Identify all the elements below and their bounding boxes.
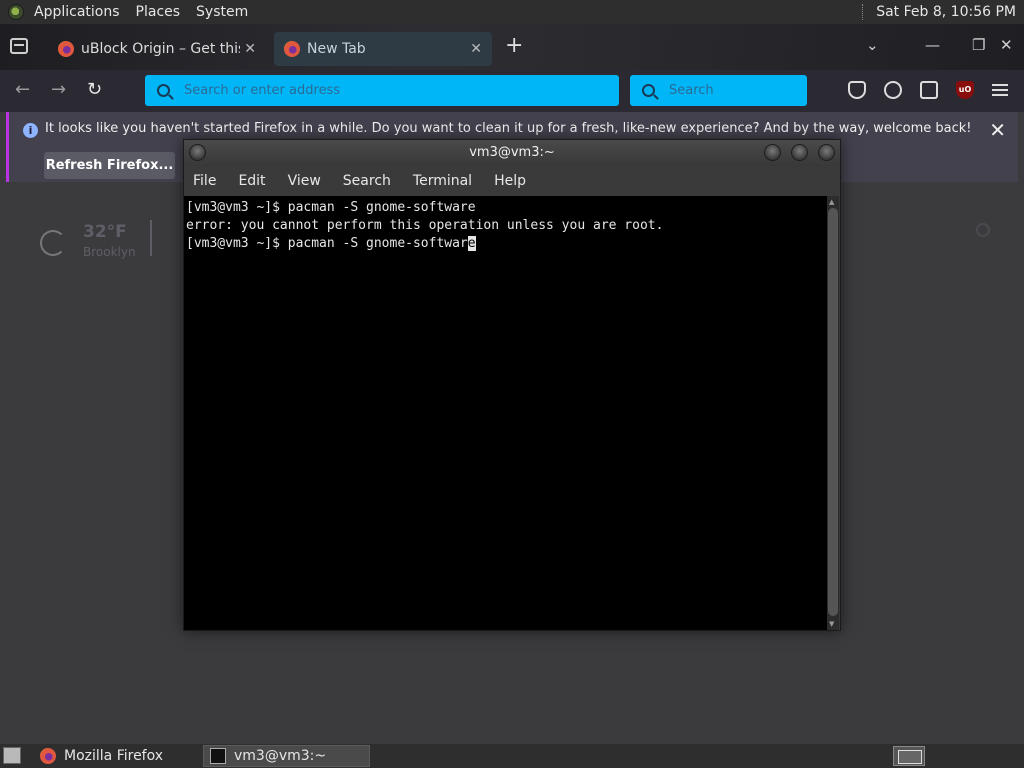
- terminal-line: error: you cannot perform this operation…: [186, 218, 664, 233]
- ublock-origin-icon[interactable]: uO: [956, 81, 974, 99]
- scrollbar-thumb[interactable]: [828, 208, 838, 616]
- search-icon: [642, 84, 655, 97]
- close-window-icon[interactable]: ✕: [1000, 36, 1013, 54]
- workspace-switcher[interactable]: [893, 746, 925, 766]
- bottom-panel: Mozilla Firefox vm3@vm3:~: [0, 744, 1024, 768]
- search-icon: [157, 84, 170, 97]
- minimize-button[interactable]: [764, 144, 781, 161]
- tab-title: New Tab: [307, 41, 366, 57]
- menu-search[interactable]: Search: [343, 173, 391, 189]
- terminal-window: vm3@vm3:~ File Edit View Search Terminal…: [183, 139, 841, 631]
- terminal-scrollbar[interactable]: ▲ ▼: [827, 196, 839, 630]
- firefox-icon: [40, 748, 56, 764]
- terminal-line: [vm3@vm3 ~]$ pacman -S gnome-software: [186, 200, 476, 215]
- navigation-toolbar: ← → ↻ uO: [0, 70, 1024, 112]
- pocket-icon[interactable]: [848, 81, 866, 99]
- terminal-line-text: [vm3@vm3 ~]$ pacman -S gnome-softwar: [186, 236, 468, 251]
- taskbar-item-firefox[interactable]: Mozilla Firefox: [34, 745, 200, 767]
- tab-new-tab[interactable]: New Tab ✕: [274, 32, 492, 66]
- distro-logo-icon[interactable]: [8, 4, 24, 20]
- close-tab-icon[interactable]: ✕: [244, 41, 256, 57]
- scroll-down-icon[interactable]: ▼: [829, 620, 834, 628]
- restore-icon[interactable]: ❐: [972, 36, 985, 54]
- extensions-puzzle-icon[interactable]: [920, 81, 938, 99]
- weather-temperature: 32°F: [83, 222, 127, 242]
- menu-file[interactable]: File: [193, 173, 216, 189]
- info-icon: i: [23, 123, 38, 138]
- menu-places[interactable]: Places: [128, 0, 189, 24]
- terminal-line-current: [vm3@vm3 ~]$ pacman -S gnome-software: [186, 235, 825, 253]
- close-button[interactable]: [818, 144, 835, 161]
- scroll-up-icon[interactable]: ▲: [829, 198, 834, 206]
- panel-clock[interactable]: Sat Feb 8, 10:56 PM: [876, 4, 1024, 20]
- terminal-titlebar[interactable]: vm3@vm3:~: [184, 140, 840, 166]
- firefox-favicon-icon: [58, 41, 74, 57]
- terminal-menubar: File Edit View Search Terminal Help: [184, 166, 840, 196]
- tab-bar: uBlock Origin – Get this Exte ✕ New Tab …: [0, 24, 1024, 70]
- hamburger-menu-icon[interactable]: [992, 84, 1008, 96]
- url-bar[interactable]: [145, 75, 619, 106]
- search-input[interactable]: [669, 83, 807, 98]
- menu-system[interactable]: System: [188, 0, 256, 24]
- chevron-down-icon[interactable]: ⌄: [866, 36, 879, 54]
- terminal-cursor: e: [467, 236, 476, 251]
- close-notification-icon[interactable]: ✕: [989, 118, 1006, 142]
- menu-applications[interactable]: Applications: [26, 0, 128, 24]
- tab-ublock[interactable]: uBlock Origin – Get this Exte ✕: [48, 32, 266, 66]
- account-icon[interactable]: [884, 81, 902, 99]
- maximize-button[interactable]: [791, 144, 808, 161]
- panel-separator: [862, 4, 868, 20]
- minimize-icon[interactable]: —: [925, 36, 940, 54]
- back-arrow-icon[interactable]: ←: [15, 79, 30, 100]
- list-all-tabs-icon[interactable]: [10, 38, 28, 54]
- weather-widget[interactable]: 32°F Brooklyn: [40, 220, 160, 260]
- top-panel: Applications Places System Sat Feb 8, 10…: [0, 0, 1024, 24]
- menu-view[interactable]: View: [288, 173, 321, 189]
- taskbar-item-label: Mozilla Firefox: [64, 748, 164, 764]
- terminal-icon: [210, 748, 226, 764]
- firefox-favicon-icon: [284, 41, 300, 57]
- new-tab-plus-icon[interactable]: +: [505, 33, 523, 58]
- weather-city: Brooklyn: [83, 245, 136, 259]
- terminal-title: vm3@vm3:~: [469, 145, 555, 160]
- terminal-output[interactable]: [vm3@vm3 ~]$ pacman -S gnome-software err…: [184, 196, 827, 630]
- search-bar[interactable]: [630, 75, 807, 106]
- window-menu-button[interactable]: [189, 144, 206, 161]
- taskbar-item-terminal[interactable]: vm3@vm3:~: [203, 745, 370, 767]
- url-input[interactable]: [184, 83, 564, 98]
- menu-terminal[interactable]: Terminal: [413, 173, 472, 189]
- gear-icon[interactable]: [976, 223, 990, 237]
- tab-title: uBlock Origin – Get this Exte: [81, 41, 240, 57]
- notification-message: It looks like you haven't started Firefo…: [45, 121, 972, 136]
- reload-icon[interactable]: ↻: [87, 79, 102, 100]
- taskbar-item-label: vm3@vm3:~: [234, 748, 327, 764]
- weather-divider: [150, 220, 152, 256]
- refresh-firefox-button[interactable]: Refresh Firefox...: [44, 152, 175, 179]
- show-desktop-icon[interactable]: [3, 747, 21, 764]
- weather-cloud-icon: [40, 230, 66, 256]
- forward-arrow-icon[interactable]: →: [51, 79, 66, 100]
- close-tab-icon[interactable]: ✕: [470, 41, 482, 57]
- menu-help[interactable]: Help: [494, 173, 526, 189]
- menu-edit[interactable]: Edit: [238, 173, 265, 189]
